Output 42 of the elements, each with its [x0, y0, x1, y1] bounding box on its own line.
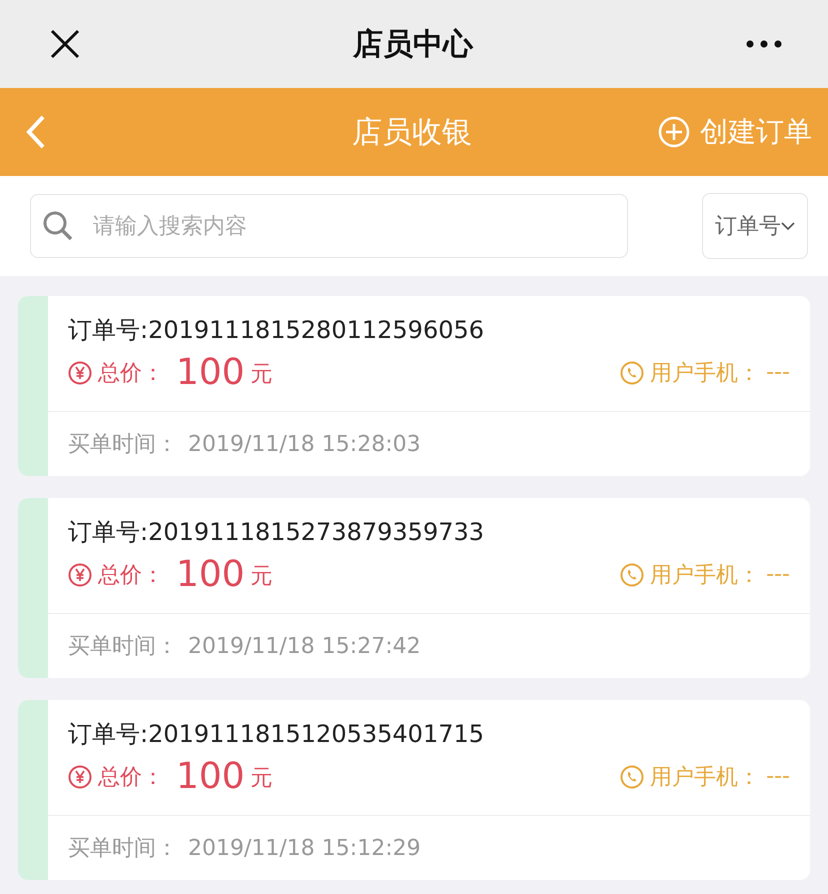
page-title: 店员收银 [351, 114, 473, 152]
price-amount: 100 [176, 352, 245, 393]
phone-icon [620, 764, 644, 788]
order-time: 2019/11/18 15:27:42 [188, 634, 421, 658]
price-unit: 元 [250, 563, 273, 591]
order-number: 订单号:2019111815273879359733 [68, 517, 486, 548]
phone-value: --- [766, 764, 790, 789]
order-card[interactable]: 订单号:2019111815273879359733 总价： 100 元 用户手机： --- 买单时间： 2019/11/18 15:27:42 [18, 498, 810, 678]
search-field[interactable]: 请输入搜索内容 [30, 194, 628, 258]
yen-icon [68, 562, 92, 586]
phone-icon [620, 360, 644, 384]
more-icon[interactable] [746, 40, 782, 48]
plus-icon [658, 116, 690, 148]
yen-icon [68, 360, 92, 384]
phone-value: --- [766, 360, 790, 385]
order-card[interactable]: 订单号:2019111815120535401715 总价： 100 元 用户手机： --- 买单时间： 2019/11/18 15:12:29 [18, 700, 810, 880]
price-amount: 100 [176, 756, 245, 797]
order-time: 2019/11/18 15:28:03 [188, 432, 421, 456]
order-number: 订单号:2019111815280112596056 [68, 315, 486, 346]
time-label: 买单时间： [68, 835, 178, 863]
order-time: 2019/11/18 15:12:29 [188, 836, 421, 860]
time-label: 买单时间： [68, 431, 178, 459]
price-label: 总价： [98, 764, 164, 792]
caret-icon [781, 222, 795, 230]
phone-value: --- [766, 562, 790, 587]
yen-icon [68, 764, 92, 788]
price-unit: 元 [250, 765, 273, 793]
price-amount: 100 [176, 554, 245, 595]
filter-dropdown[interactable]: 订单号 [702, 193, 808, 259]
search-icon [42, 210, 74, 242]
close-icon[interactable] [50, 29, 80, 59]
order-number: 订单号:2019111815120535401715 [68, 719, 486, 750]
phone-icon [620, 562, 644, 586]
order-card[interactable]: 订单号:2019111815280112596056 总价： 100 元 用户手机： --- 买单时间： 2019/11/18 15:28:03 [18, 296, 810, 476]
phone-label: 用户手机： [650, 764, 760, 792]
phone-label: 用户手机： [650, 360, 760, 388]
price-label: 总价： [98, 360, 164, 388]
phone-label: 用户手机： [650, 562, 760, 590]
window-title: 店员中心 [352, 26, 474, 64]
price-unit: 元 [250, 361, 273, 389]
time-label: 买单时间： [68, 633, 178, 661]
price-label: 总价： [98, 562, 164, 590]
